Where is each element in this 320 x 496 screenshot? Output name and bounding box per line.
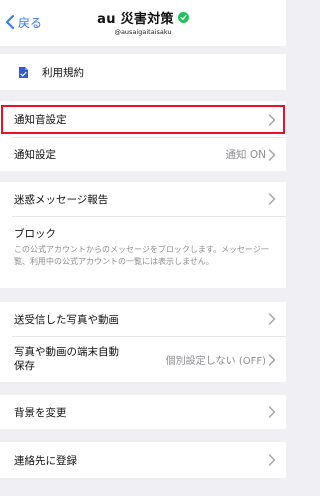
terms-section: 利用規約 xyxy=(0,54,286,90)
contacts-label: 連絡先に登録 xyxy=(14,454,77,467)
terms-label: 利用規約 xyxy=(42,66,84,79)
autosave-label: 写真や動画の端末自動 保存 xyxy=(14,345,119,373)
block-description: この公式アカウントからのメッセージをブロックします。メッセージ一覧、利用中の公式… xyxy=(14,245,269,266)
header: 戻る au 災害対策 @ausaigaitaisaku xyxy=(0,0,286,46)
chevron-right-icon xyxy=(268,148,276,161)
chevron-right-icon xyxy=(268,353,276,366)
media-section: 送受信した写真や動画 写真や動画の端末自動 保存 個別設定しない (OFF) xyxy=(0,302,286,382)
notification-settings-value: 通知 ON xyxy=(225,149,266,161)
contacts-row[interactable]: 連絡先に登録 xyxy=(0,442,286,478)
block-label: ブロック xyxy=(14,228,56,240)
notification-settings-row[interactable]: 通知設定 通知 ON xyxy=(0,138,286,171)
spam-report-label: 迷惑メッセージ報告 xyxy=(14,193,109,206)
account-title-block: au 災害対策 @ausaigaitaisaku xyxy=(0,8,286,36)
spam-report-row[interactable]: 迷惑メッセージ報告 xyxy=(0,182,286,216)
verified-check-icon xyxy=(177,12,189,23)
chevron-right-icon xyxy=(268,313,276,325)
notification-settings-label: 通知設定 xyxy=(14,149,56,161)
sent-media-row[interactable]: 送受信した写真や動画 xyxy=(0,302,286,336)
chevron-right-icon xyxy=(268,406,276,418)
contacts-section: 連絡先に登録 xyxy=(0,442,286,478)
background-section: 背景を変更 xyxy=(0,395,286,429)
background-label: 背景を変更 xyxy=(14,406,67,419)
autosave-label-line2: 保存 xyxy=(14,360,35,372)
terms-row[interactable]: 利用規約 xyxy=(0,54,286,90)
autosave-row[interactable]: 写真や動画の端末自動 保存 個別設定しない (OFF) xyxy=(0,337,286,382)
account-title: au 災害対策 xyxy=(97,12,174,27)
autosave-label-line1: 写真や動画の端末自動 xyxy=(14,346,119,358)
block-row[interactable]: ブロック この公式アカウントからのメッセージをブロックします。メッセージ一覧、利… xyxy=(0,217,286,288)
document-icon xyxy=(19,66,28,78)
autosave-value: 個別設定しない (OFF) xyxy=(165,356,266,367)
spam-section: 迷惑メッセージ報告 ブロック この公式アカウントからのメッセージをブロックします… xyxy=(0,182,286,288)
account-handle: @ausaigaitaisaku xyxy=(114,28,172,36)
background-row[interactable]: 背景を変更 xyxy=(0,395,286,429)
chevron-right-icon xyxy=(268,454,276,466)
highlight-box xyxy=(1,105,285,134)
chevron-right-icon xyxy=(268,193,276,205)
sent-media-label: 送受信した写真や動画 xyxy=(14,313,119,326)
